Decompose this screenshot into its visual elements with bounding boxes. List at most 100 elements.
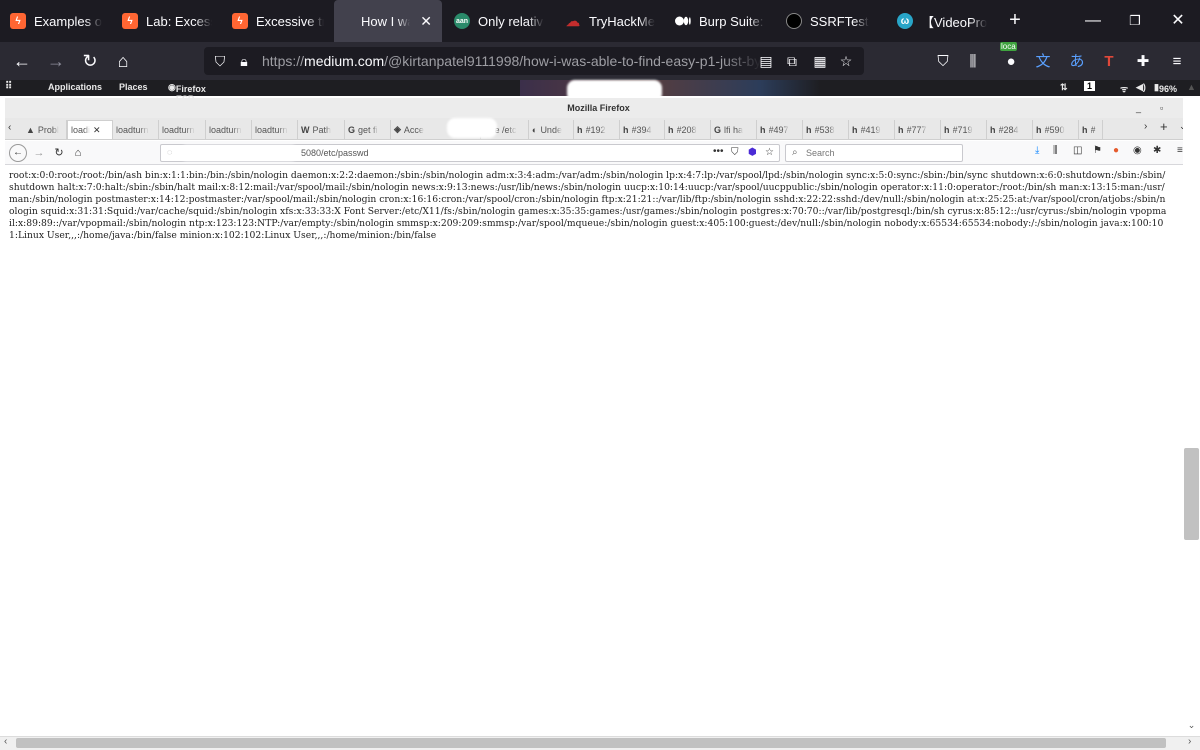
inner-tab[interactable]: h #719 (941, 120, 987, 139)
inner-window-title: Mozilla Firefox (5, 98, 1192, 118)
volume-icon[interactable]: ◀) (1136, 82, 1146, 93)
home-button[interactable]: ⌂ (111, 50, 135, 72)
outer-tab-tryhackme[interactable]: ☁ TryHackMe | H (555, 0, 665, 42)
translate-extension-icon[interactable]: 文 (1032, 51, 1054, 73)
inner-search-box[interactable]: ⌕ Search (785, 144, 963, 162)
reader-view-icon[interactable]: ▤ (756, 51, 776, 71)
inner-forward-button[interactable]: → (30, 144, 48, 162)
inner-menu-icon[interactable]: ≡ (1177, 145, 1183, 156)
sidebar-icon[interactable]: ◫ (1073, 145, 1082, 156)
minimize-button[interactable]: — (1078, 8, 1108, 34)
inner-tab-label: Path (312, 124, 332, 135)
inner-tab[interactable]: h #590 (1033, 120, 1079, 139)
library-icon[interactable]: ⫼ (962, 51, 984, 73)
scroll-down-arrow-icon[interactable]: ⌄ (1184, 720, 1199, 731)
wifi-icon[interactable]: ᯤ (1120, 82, 1128, 95)
t-extension-icon[interactable]: T (1098, 51, 1120, 73)
back-button[interactable]: ← (10, 50, 34, 72)
inner-reload-button[interactable]: ↻ (50, 144, 68, 162)
inner-home-button[interactable]: ⌂ (69, 144, 87, 162)
close-window-button[interactable]: ✕ (1163, 8, 1193, 34)
inner-new-tab-button[interactable]: + (1160, 119, 1168, 134)
language-extension-icon[interactable]: あ (1066, 51, 1088, 73)
address-bar[interactable]: ⛉ 🔒︎ https://medium.com/@kirtanpatel9111… (204, 47, 864, 75)
inner-tab-label: #419 (860, 124, 881, 135)
inner-tab[interactable]: loadi ✕ (67, 120, 113, 139)
inner-tab[interactable]: h #419 (849, 120, 895, 139)
inner-tab[interactable]: h #284 (987, 120, 1033, 139)
inner-back-button[interactable]: ← (9, 144, 27, 162)
firefox-esr-launcher[interactable]: ◉ Firefox ESR (168, 82, 206, 104)
places-menu[interactable]: Places (119, 82, 148, 92)
inner-tab[interactable]: loadturn (113, 120, 159, 139)
privacy-extension-icon[interactable]: ◉ (1133, 145, 1142, 156)
outer-tab-videoproc[interactable]: ω 【VideoProc Vl (887, 0, 997, 42)
inner-tab[interactable]: Glfi ha (711, 120, 757, 139)
inner-tab[interactable]: loadturn (252, 120, 298, 139)
scroll-left-arrow-icon[interactable]: ‹ (4, 736, 7, 747)
apps-grid-icon[interactable]: ⠿ (5, 81, 12, 92)
inner-tab[interactable]: Gget fi (345, 120, 391, 139)
lock-icon[interactable]: 🔒︎ (234, 51, 254, 71)
battery-indicator[interactable]: ▮ 96% (1154, 82, 1177, 94)
bookmark-star-icon[interactable]: ☆ (836, 51, 856, 71)
forward-button[interactable]: → (44, 50, 68, 72)
tab-favicon-icon: W (301, 124, 310, 135)
outer-tab-lab-excessive[interactable]: ϟ Lab: Excessive (112, 0, 222, 42)
library-icon[interactable]: ⫼ (1053, 145, 1058, 156)
local-extension-icon[interactable]: loca ● (1000, 42, 1022, 73)
inner-tab[interactable]: ◐ Unde (529, 120, 574, 139)
horizontal-scroll-thumb[interactable] (16, 738, 1166, 748)
outer-tab-burp-suite[interactable]: Burp Suite: M (665, 0, 775, 42)
inner-tab[interactable]: h #497 (757, 120, 803, 139)
url-text: https://medium.com/@kirtanpatel9111998/h… (262, 53, 762, 69)
inner-tab[interactable]: loadturn (159, 120, 206, 139)
scroll-right-arrow-icon[interactable]: › (1188, 736, 1191, 747)
inner-tab[interactable]: h #777 (895, 120, 941, 139)
new-tab-button[interactable]: + (1005, 10, 1025, 30)
foxyproxy-icon[interactable]: ⚑ (1093, 145, 1102, 156)
pocket-icon[interactable]: ⛉ (932, 51, 954, 73)
inner-tab[interactable]: h #394 (620, 120, 665, 139)
inner-maximize-button[interactable]: ▫ (1160, 98, 1163, 118)
apps-icon[interactable]: ▦ (810, 51, 830, 71)
workspace-indicator[interactable]: 1 (1084, 81, 1096, 91)
restore-button[interactable]: ❐ (1120, 8, 1150, 34)
inner-tab[interactable]: loadturn (206, 120, 252, 139)
inner-tab[interactable]: h #538 (803, 120, 849, 139)
translate-icon[interactable]: ⧉ (782, 51, 802, 71)
download-icon[interactable]: ⤓ (1035, 145, 1039, 156)
hexagon-extension-icon[interactable]: ⬢ (748, 147, 757, 158)
outer-tab-ssrftest[interactable]: SSRFTest (776, 0, 886, 42)
page-actions-icon[interactable]: ••• (713, 146, 724, 157)
menu-icon[interactable]: ≡ (1166, 51, 1188, 73)
vertical-scroll-thumb[interactable] (1184, 448, 1199, 540)
burp-extension-icon[interactable]: ● (1113, 145, 1119, 156)
network-icon[interactable]: ⇅ (1060, 82, 1068, 93)
bug-extension-icon[interactable]: ✱ (1153, 145, 1161, 156)
scroll-up-arrow-icon[interactable]: ▲ (1184, 82, 1199, 92)
inner-address-bar[interactable]: ◌ 5080/etc/passwd ••• ⛉ ⬢ ☆ (160, 144, 780, 162)
inner-tab[interactable]: W Path (298, 120, 345, 139)
scroll-tabs-left-icon[interactable]: ‹ (8, 122, 11, 133)
inner-minimize-button[interactable]: _ (1136, 98, 1141, 118)
pocket-icon[interactable]: ⛉ (731, 147, 739, 158)
outer-tab-excessive-trust[interactable]: ϟ Excessive trust (222, 0, 334, 42)
inner-tab[interactable]: h #192 (574, 120, 620, 139)
reload-button[interactable]: ↻ (78, 50, 102, 72)
outer-tab-how-i-was[interactable]: How I was a ✕ (334, 0, 442, 42)
outer-tab-examples[interactable]: ϟ Examples of b (0, 0, 112, 42)
inner-tab[interactable]: h #208 (665, 120, 711, 139)
tracking-shield-icon[interactable]: ⛉ (210, 51, 230, 71)
scroll-tabs-right-icon[interactable]: › (1144, 121, 1147, 132)
ssrftest-icon (786, 13, 802, 29)
vertical-scrollbar[interactable] (1183, 96, 1200, 736)
inner-tab[interactable]: ▲ Probl (23, 120, 67, 139)
applications-menu[interactable]: Applications (48, 82, 102, 92)
bookmark-star-icon[interactable]: ☆ (765, 147, 774, 158)
outer-tab-only-relative[interactable]: aan Only relative r (444, 0, 554, 42)
extensions-icon[interactable]: ✚ (1132, 51, 1154, 73)
inner-tab[interactable]: h # (1079, 120, 1103, 139)
close-tab-icon[interactable]: ✕ (93, 125, 101, 136)
close-tab-icon[interactable]: ✕ (420, 13, 432, 30)
